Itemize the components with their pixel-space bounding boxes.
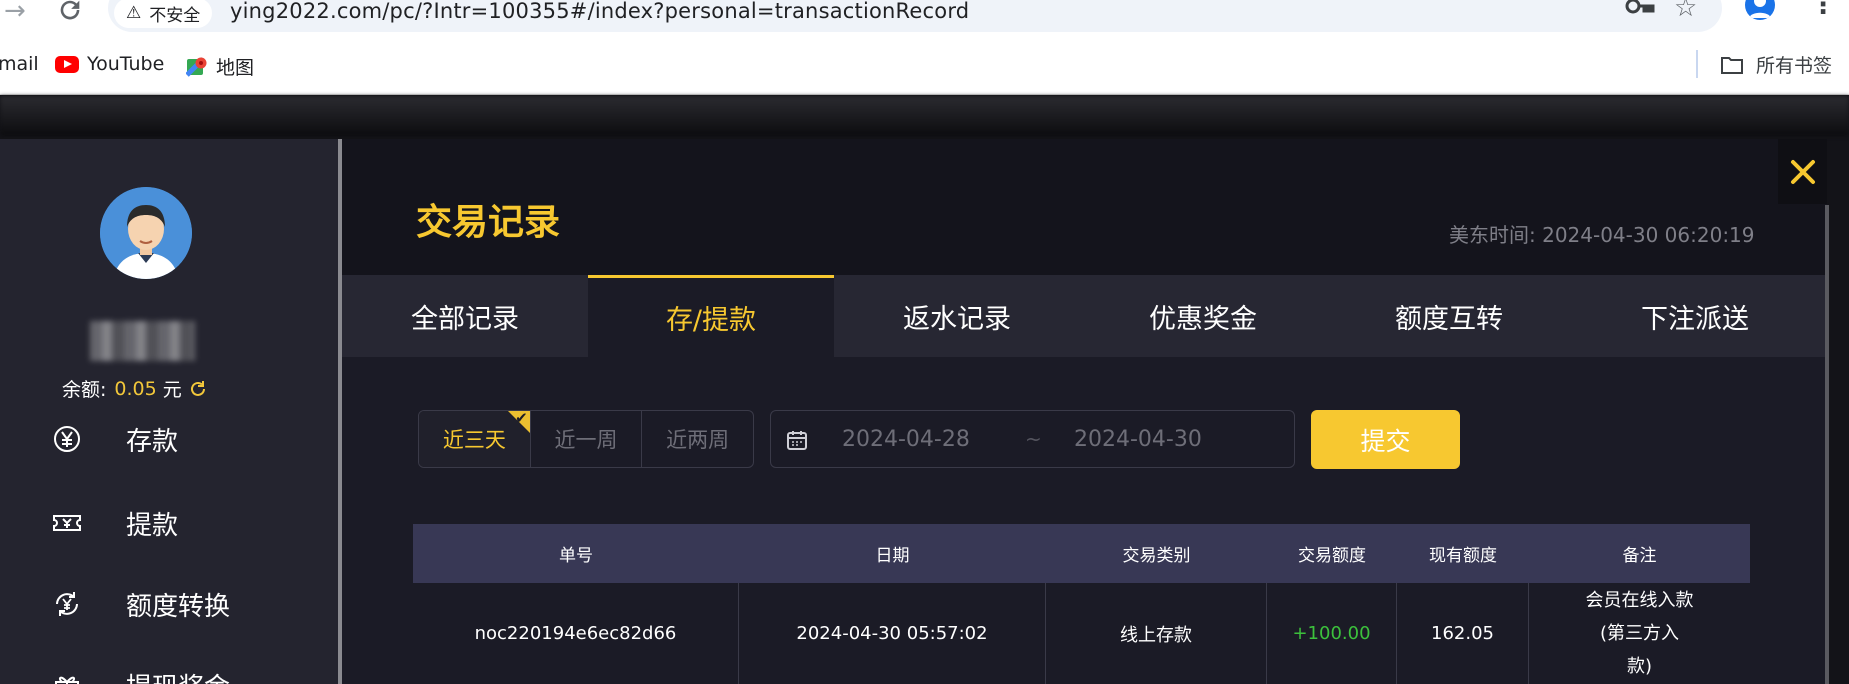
column-header-date: 日期: [875, 546, 910, 566]
refresh-icon[interactable]: [188, 379, 208, 399]
bookmark-maps-label: 地图: [216, 57, 255, 79]
column-header-order-no: 单号: [559, 546, 593, 566]
page-scrollbar[interactable]: [1825, 205, 1829, 684]
range-label: 近三天: [442, 428, 506, 452]
security-label: 不安全: [149, 5, 201, 26]
bookmark-gmail-label: mail: [0, 53, 39, 75]
tab-credit-transfer[interactable]: 额度互转: [1326, 275, 1572, 357]
bookmarks-separator: [1696, 50, 1698, 78]
sidebar-item-label: 存款: [126, 426, 179, 457]
folder-icon: [1721, 56, 1743, 74]
cell-order-no: noc220194e6ec82d66: [413, 583, 739, 684]
range-label: 近一周: [554, 428, 618, 452]
start-date-input[interactable]: 2024-04-28: [842, 427, 970, 452]
column-header-balance: 现有额度: [1429, 546, 1497, 566]
security-chip[interactable]: ⚠ 不安全: [114, 0, 213, 28]
page-title: 交易记录: [416, 202, 561, 243]
submit-button[interactable]: 提交: [1311, 410, 1460, 469]
ticket-icon: [53, 515, 81, 531]
modal-header: 交易记录 美东时间: 2024-04-30 06:20:19: [342, 139, 1827, 275]
username-redacted: [90, 321, 195, 361]
cell-amount: +100.00: [1267, 583, 1397, 684]
date-range-picker[interactable]: 2024-04-28 ~ 2024-04-30: [770, 410, 1295, 468]
forward-arrow-icon[interactable]: →: [4, 0, 26, 24]
reload-icon[interactable]: [56, 0, 84, 24]
sidebar-item-deposit[interactable]: 存款: [52, 418, 312, 460]
checkmark-icon: ✔: [515, 410, 528, 427]
calendar-icon: [787, 431, 807, 450]
tab-rebate-records[interactable]: 返水记录: [834, 275, 1080, 357]
blurred-top-strip: [0, 96, 1849, 136]
tab-bet-rewards[interactable]: 下注派送: [1572, 275, 1818, 357]
browser-menu-icon[interactable]: ⋮: [1810, 0, 1836, 18]
close-icon: [1790, 159, 1815, 184]
user-avatar: [100, 187, 192, 279]
cell-category: 线上存款: [1046, 583, 1267, 684]
note-line: (第三方入: [1599, 623, 1680, 644]
gift-icon: [55, 676, 79, 684]
balance-label: 余额:: [62, 379, 107, 401]
bookmark-gmail[interactable]: mail: [0, 53, 39, 75]
yen-coin-icon: [54, 426, 80, 452]
cell-note: 会员在线入款 (第三方入 款): [1529, 583, 1750, 684]
range-last-two-weeks[interactable]: 近两周: [642, 411, 753, 467]
all-bookmarks-label: 所有书签: [1756, 55, 1833, 77]
address-bar[interactable]: ⚠ 不安全 ying2022.com/pc/?Intr=100355#/inde…: [108, 0, 1722, 32]
table-row: noc220194e6ec82d66 2024-04-30 05:57:02 线…: [413, 583, 1750, 684]
all-bookmarks-button[interactable]: 所有书签: [1720, 51, 1832, 78]
range-last-week[interactable]: 近一周: [531, 411, 643, 467]
tab-all-records[interactable]: 全部记录: [342, 275, 588, 357]
column-header-category: 交易类别: [1122, 546, 1191, 566]
sidebar-item-label: 提现奖金: [126, 667, 230, 684]
sidebar-item-label: 提款: [126, 510, 179, 541]
balance-display: 余额: 0.05 元: [62, 375, 208, 402]
balance-unit: 元: [162, 379, 182, 401]
bookmarks-bar: mail YouTube 地图 所有书签: [0, 33, 1849, 95]
column-header-note: 备注: [1622, 546, 1657, 566]
cell-date: 2024-04-30 05:57:02: [739, 583, 1046, 684]
transaction-record-modal: 交易记录 美东时间: 2024-04-30 06:20:19 全部记录 存/提款…: [342, 139, 1827, 684]
youtube-icon: [55, 55, 79, 73]
tab-deposit-withdraw[interactable]: 存/提款: [588, 275, 834, 357]
range-label: 近两周: [666, 428, 730, 452]
user-sidebar: 余额: 0.05 元 存款 提款 额度转换 提现: [0, 139, 338, 684]
sidebar-item-label: 额度转换: [126, 591, 231, 622]
eastern-time-display: 美东时间: 2024-04-30 06:20:19: [1449, 223, 1755, 247]
bookmark-youtube-label: YouTube: [87, 53, 165, 75]
sidebar-item-withdraw[interactable]: 提款: [52, 502, 312, 544]
maps-pin-icon: [186, 56, 207, 77]
tab-promo-bonus[interactable]: 优惠奖金: [1080, 275, 1326, 357]
key-icon[interactable]: [1625, 0, 1655, 22]
column-header-amount: 交易额度: [1298, 546, 1366, 566]
browser-toolbar: → ⚠ 不安全 ying2022.com/pc/?Intr=100355#/in…: [0, 0, 1849, 33]
yen-transfer-icon: [56, 592, 78, 616]
date-range-selector: 近三天 ✔ 近一周 近两周: [418, 410, 754, 468]
cell-balance: 162.05: [1397, 583, 1529, 684]
sidebar-item-transfer[interactable]: 额度转换: [52, 583, 312, 625]
range-last-3-days[interactable]: 近三天 ✔: [419, 411, 531, 467]
sidebar-item-bonus[interactable]: 提现奖金: [52, 664, 312, 684]
bookmark-star-icon[interactable]: ☆: [1674, 0, 1697, 21]
note-line: 款): [1626, 656, 1653, 677]
profile-avatar-icon[interactable]: [1745, 0, 1775, 20]
url-text[interactable]: ying2022.com/pc/?Intr=100355#/index?pers…: [230, 0, 969, 23]
record-tabs: 全部记录 存/提款 返水记录 优惠奖金 额度互转 下注派送: [342, 275, 1827, 357]
end-date-input[interactable]: 2024-04-30: [1074, 427, 1202, 452]
table-header-row: 单号 日期 交易类别 交易额度 现有额度 备注: [413, 524, 1750, 583]
transaction-table: 单号 日期 交易类别 交易额度 现有额度 备注 noc220194e6ec82d…: [413, 524, 1750, 684]
bookmark-maps[interactable]: 地图: [186, 53, 254, 80]
warning-triangle-icon: ⚠: [126, 3, 142, 23]
date-separator: ~: [1025, 427, 1042, 451]
balance-amount: 0.05: [114, 377, 157, 400]
note-line: 会员在线入款: [1585, 590, 1694, 611]
bookmark-youtube[interactable]: YouTube: [55, 53, 164, 75]
close-button[interactable]: [1778, 139, 1827, 204]
